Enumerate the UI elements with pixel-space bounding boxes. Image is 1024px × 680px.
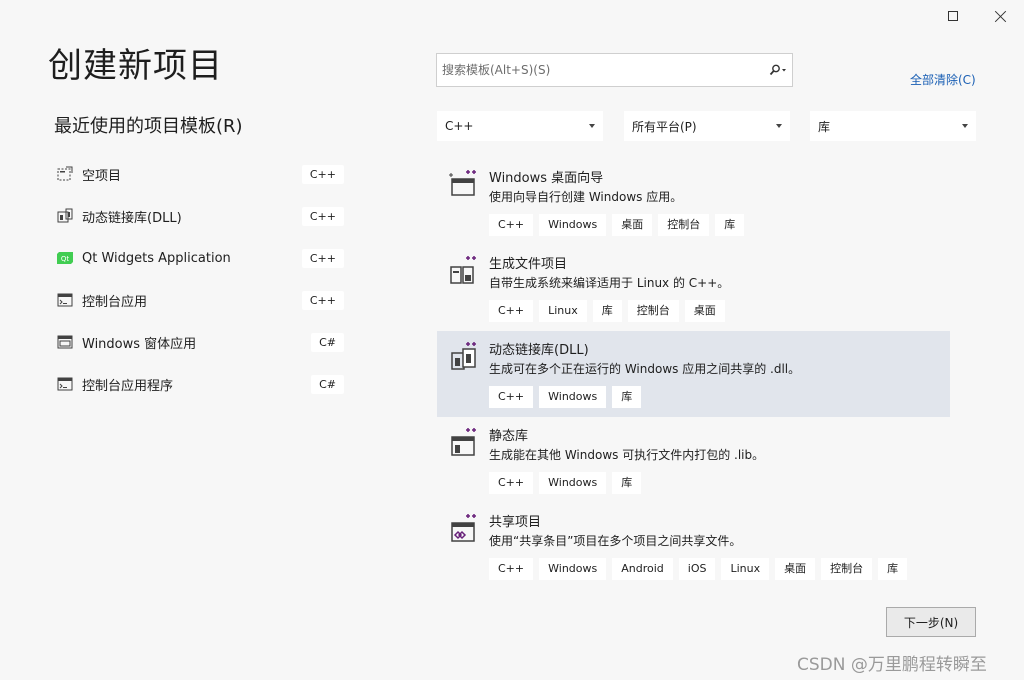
language-badge: C++: [301, 206, 344, 226]
template-search-box[interactable]: [436, 53, 793, 87]
recent-item-console-app-csharp[interactable]: 控制台应用程序 C#: [52, 367, 352, 401]
language-filter-dropdown[interactable]: C++: [437, 111, 603, 141]
tag: C++: [489, 386, 534, 408]
tag: C++: [489, 558, 534, 580]
language-badge: C++: [301, 164, 344, 184]
template-name: 动态链接库(DLL): [489, 343, 589, 358]
template-name: 静态库: [489, 429, 529, 444]
makefile-project-icon: [449, 255, 479, 285]
template-static-library[interactable]: 静态库 生成能在其他 Windows 可执行文件内打包的 .lib。 C++ W…: [437, 417, 950, 503]
platform-filter-value: 所有平台(P): [632, 119, 697, 134]
recent-item-label: 动态链接库(DLL): [82, 210, 182, 226]
tag: 桌面: [612, 214, 653, 236]
recent-item-console-app[interactable]: 控制台应用 C++: [52, 283, 352, 317]
desktop-wizard-icon: [449, 169, 479, 199]
template-name: 共享项目: [489, 515, 542, 530]
tag: Linux: [721, 558, 770, 580]
template-dll[interactable]: 动态链接库(DLL) 生成可在多个正在运行的 Windows 应用之间共享的 .…: [437, 331, 950, 417]
dll-icon: [449, 341, 479, 371]
tag: Windows: [539, 472, 607, 494]
search-input[interactable]: [437, 63, 764, 77]
chevron-down-icon: [589, 124, 595, 128]
template-windows-desktop-wizard[interactable]: Windows 桌面向导 使用向导自行创建 Windows 应用。 C++ Wi…: [437, 159, 950, 245]
qt-icon: Qt: [56, 249, 74, 267]
next-button[interactable]: 下一步(N): [886, 607, 976, 637]
template-description: 生成能在其他 Windows 可执行文件内打包的 .lib。: [489, 448, 765, 462]
template-shared-project[interactable]: 共享项目 使用“共享条目”项目在多个项目之间共享文件。 C++ Windows …: [437, 503, 950, 589]
recent-item-label: 控制台应用程序: [82, 378, 174, 394]
maximize-icon: [948, 11, 958, 21]
watermark: CSDN @万里鹏程转瞬至: [797, 655, 987, 675]
tag: 控制台: [627, 300, 679, 322]
console-app-icon: [56, 375, 74, 393]
console-app-icon: [56, 291, 74, 309]
maximize-button[interactable]: [935, 4, 971, 28]
template-tags: C++ Linux 库 控制台 桌面: [489, 300, 725, 322]
clear-all-link[interactable]: 全部清除(C): [910, 71, 976, 88]
project-type-filter-value: 库: [818, 119, 831, 134]
chevron-down-icon: [776, 124, 782, 128]
recent-item-label: Windows 窗体应用: [82, 336, 197, 352]
close-button[interactable]: [983, 4, 1019, 28]
tag: iOS: [678, 558, 716, 580]
static-lib-icon: [449, 427, 479, 457]
tag: C++: [489, 214, 534, 236]
svg-text:Qt: Qt: [61, 255, 70, 263]
recent-item-empty-project[interactable]: 空项目 C++: [52, 157, 352, 191]
tag: Android: [612, 558, 673, 580]
tag: C++: [489, 300, 534, 322]
close-icon: [995, 10, 1007, 22]
recent-item-dll[interactable]: 动态链接库(DLL) C++: [52, 199, 352, 233]
template-name: Windows 桌面向导: [489, 171, 604, 186]
tag: Linux: [539, 300, 587, 322]
language-badge: C#: [311, 374, 344, 394]
recent-item-qt-widgets[interactable]: Qt Qt Widgets Application C++: [52, 241, 352, 275]
template-makefile-project[interactable]: 生成文件项目 自带生成系统来编译适用于 Linux 的 C++。 C++ Lin…: [437, 245, 950, 331]
tag: Windows: [539, 214, 607, 236]
platform-filter-dropdown[interactable]: 所有平台(P): [624, 111, 790, 141]
tag: 库: [878, 558, 908, 580]
search-icon[interactable]: [764, 55, 792, 85]
language-badge: C++: [301, 248, 344, 268]
tag: Windows: [539, 386, 607, 408]
tag: 库: [612, 386, 642, 408]
page-title: 创建新项目: [48, 46, 223, 86]
project-type-filter-dropdown[interactable]: 库: [810, 111, 976, 141]
recent-item-label: 空项目: [82, 168, 122, 184]
tag: 库: [592, 300, 622, 322]
language-filter-value: C++: [445, 119, 474, 133]
tag: 桌面: [775, 558, 816, 580]
template-description: 使用“共享条目”项目在多个项目之间共享文件。: [489, 534, 742, 548]
language-badge: C++: [301, 290, 344, 310]
recent-item-label: 控制台应用: [82, 294, 148, 310]
recent-item-windows-forms[interactable]: Windows 窗体应用 C#: [52, 325, 352, 359]
tag: Windows: [539, 558, 607, 580]
template-name: 生成文件项目: [489, 257, 568, 272]
template-tags: C++ Windows 库: [489, 472, 642, 494]
template-description: 自带生成系统来编译适用于 Linux 的 C++。: [489, 276, 730, 290]
template-tags: C++ Windows 桌面 控制台 库: [489, 214, 745, 236]
template-tags: C++ Windows 库: [489, 386, 642, 408]
winforms-icon: [56, 333, 74, 351]
empty-project-icon: [56, 165, 74, 183]
tag: 桌面: [684, 300, 725, 322]
tag: C++: [489, 472, 534, 494]
template-description: 使用向导自行创建 Windows 应用。: [489, 190, 683, 204]
tag: 库: [715, 214, 745, 236]
recent-item-label: Qt Widgets Application: [82, 250, 231, 266]
shared-project-icon: [449, 513, 479, 543]
recent-templates-title: 最近使用的项目模板(R): [54, 116, 243, 137]
template-tags: C++ Windows Android iOS Linux 桌面 控制台 库: [489, 558, 908, 580]
chevron-down-icon: [962, 124, 968, 128]
template-description: 生成可在多个正在运行的 Windows 应用之间共享的 .dll。: [489, 362, 801, 376]
dll-icon: [56, 207, 74, 225]
language-badge: C#: [311, 332, 344, 352]
tag: 控制台: [658, 214, 710, 236]
tag: 库: [612, 472, 642, 494]
tag: 控制台: [821, 558, 873, 580]
